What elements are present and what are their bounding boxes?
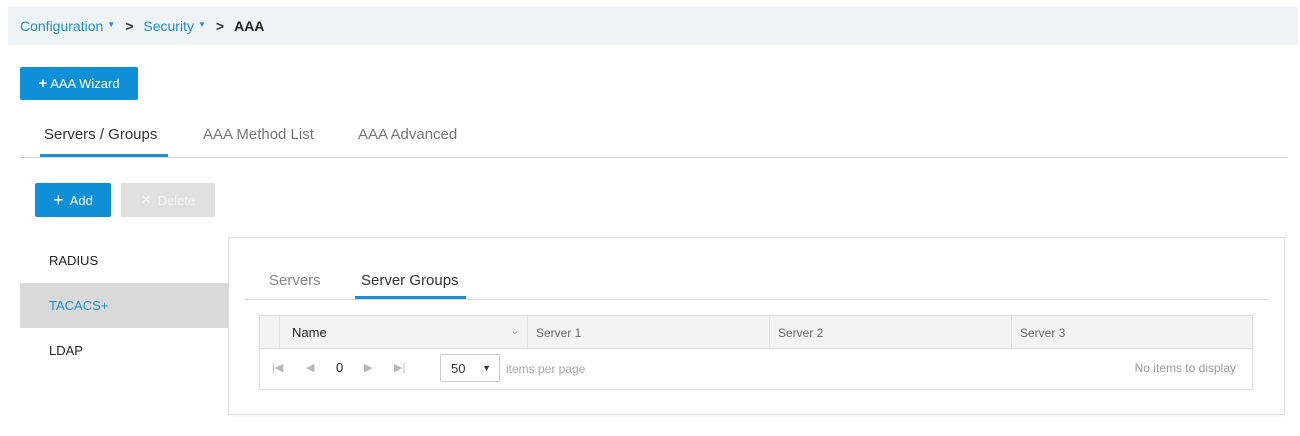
prev-page-icon[interactable]: ◀	[306, 361, 314, 374]
breadcrumb-configuration[interactable]: Configuration	[20, 18, 103, 34]
items-per-page-label: items per page	[506, 362, 586, 376]
page-size-select[interactable]: 50 ▼	[440, 354, 500, 382]
column-server-1[interactable]: Server 1	[528, 316, 770, 349]
chevron-right-icon: >	[125, 18, 134, 34]
plus-icon: +	[38, 75, 48, 92]
caret-down-icon[interactable]: ▼	[198, 20, 206, 29]
close-icon: ✕	[140, 192, 152, 207]
breadcrumb-current: AAA	[234, 18, 265, 34]
row-selector-column	[260, 316, 280, 349]
active-tab-indicator	[355, 296, 466, 299]
aaa-wizard-button[interactable]: + AAA Wizard	[20, 67, 138, 100]
server-groups-table: Name ⌄ Server 1 Server 2 Server 3 |◀ ◀ 0…	[259, 315, 1253, 390]
column-name[interactable]: Name ⌄	[280, 316, 528, 349]
filter-icon[interactable]: ⌄	[511, 326, 519, 337]
first-page-icon[interactable]: |◀	[272, 361, 283, 374]
plus-icon: +	[53, 189, 64, 210]
sidebar-item-tacacs[interactable]: TACACS+	[20, 283, 228, 328]
current-page: 0	[336, 360, 344, 375]
column-server-2[interactable]: Server 2	[770, 316, 1012, 349]
chevron-right-icon: >	[215, 18, 225, 34]
add-label: Add	[69, 192, 93, 208]
last-page-icon[interactable]: ▶|	[394, 361, 405, 374]
pager: |◀ ◀ 0 ▶ ▶| 50 ▼ items per page No items…	[260, 349, 1252, 389]
tab-aaa-advanced[interactable]: AAA Advanced	[358, 126, 457, 143]
server-type-list: RADIUS TACACS+ LDAP	[20, 238, 228, 373]
server-groups-panel: Servers Server Groups Name ⌄ Server 1 Se…	[228, 237, 1285, 415]
sidebar-item-radius[interactable]: RADIUS	[20, 238, 228, 283]
tab-server-groups[interactable]: Server Groups	[361, 272, 459, 289]
breadcrumb-security[interactable]: Security	[143, 18, 194, 34]
inner-tabs: Servers Server Groups	[245, 266, 1269, 300]
sidebar-item-ldap[interactable]: LDAP	[20, 328, 228, 373]
main-tabs: Servers / Groups AAA Method List AAA Adv…	[20, 118, 1288, 158]
caret-down-icon[interactable]: ▼	[107, 20, 115, 29]
add-button[interactable]: + Add	[35, 183, 111, 217]
aaa-wizard-label: AAA Wizard	[50, 76, 120, 91]
active-tab-indicator	[40, 154, 168, 157]
column-server-3[interactable]: Server 3	[1012, 316, 1252, 349]
table-header: Name ⌄ Server 1 Server 2 Server 3	[260, 316, 1252, 349]
empty-message: No items to display	[1134, 361, 1236, 375]
delete-button: ✕ Delete	[121, 183, 215, 217]
next-page-icon[interactable]: ▶	[364, 361, 372, 374]
page-size-value: 50	[451, 360, 466, 376]
tab-servers-groups[interactable]: Servers / Groups	[44, 126, 157, 143]
tab-aaa-method-list[interactable]: AAA Method List	[203, 126, 314, 143]
column-name-label: Name	[292, 325, 327, 340]
delete-label: Delete	[157, 192, 196, 208]
breadcrumb: Configuration ▼ > Security ▼ > AAA	[8, 7, 1298, 45]
caret-down-icon: ▼	[482, 363, 491, 373]
tab-servers[interactable]: Servers	[269, 272, 321, 289]
